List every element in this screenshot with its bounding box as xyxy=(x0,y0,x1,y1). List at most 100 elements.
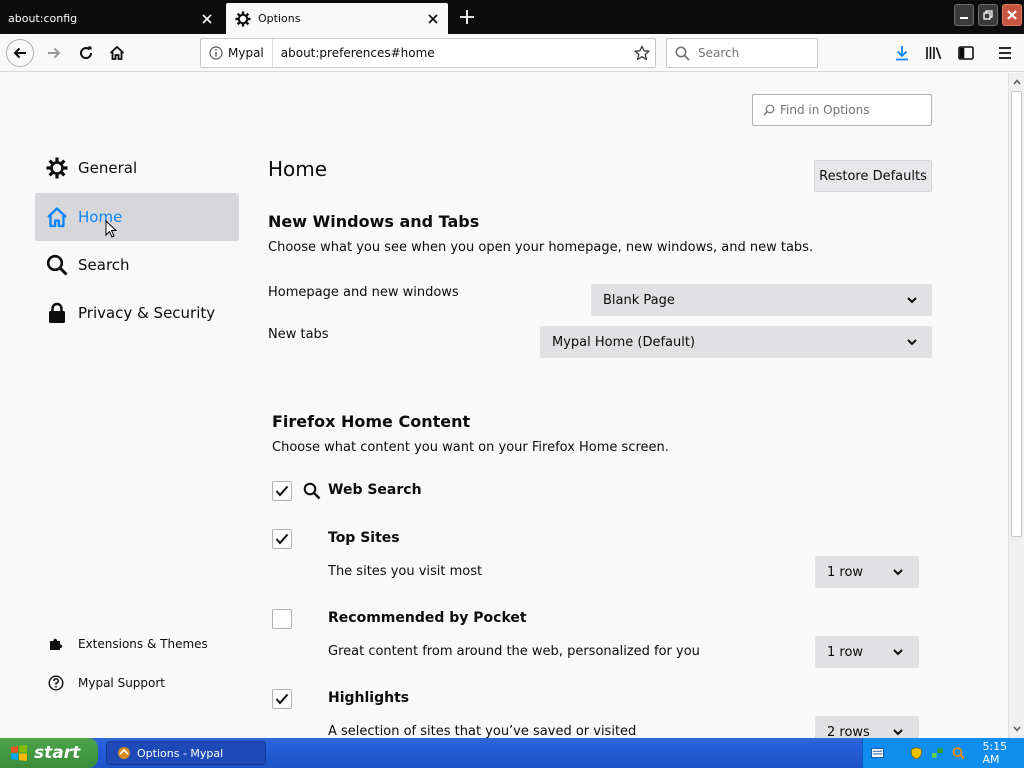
vertical-scrollbar[interactable] xyxy=(1008,73,1024,738)
new-tabs-select[interactable]: Mypal Home (Default) xyxy=(540,326,932,358)
lock-icon xyxy=(45,301,69,325)
sidebar-toggle-button[interactable] xyxy=(955,42,977,64)
chevron-down-icon xyxy=(893,645,903,660)
top-sites-checkbox[interactable] xyxy=(272,529,292,549)
taskbar-item-mypal[interactable]: Options - Mypal xyxy=(106,741,266,765)
back-arrow-icon xyxy=(13,47,26,59)
navigation-toolbar: Mypal about:preferences#home Search xyxy=(0,34,1024,72)
info-icon xyxy=(209,46,223,60)
shield-icon[interactable] xyxy=(910,746,923,760)
download-icon xyxy=(896,46,908,61)
select-value: 1 row xyxy=(827,564,864,580)
top-sites-rows-select[interactable]: 1 row xyxy=(815,556,919,588)
reload-button[interactable] xyxy=(72,39,100,67)
library-button[interactable] xyxy=(923,42,945,64)
category-privacy-security[interactable]: Privacy & Security xyxy=(35,289,239,337)
scroll-down-arrow-icon[interactable] xyxy=(1009,721,1024,737)
chevron-down-icon xyxy=(906,336,918,348)
category-label: General xyxy=(78,159,138,177)
extensions-themes-link[interactable]: Extensions & Themes xyxy=(47,635,208,653)
tab-label: about:config xyxy=(8,12,78,25)
start-button[interactable]: start xyxy=(0,738,98,768)
option-description: Great content from around the web, perso… xyxy=(328,644,700,659)
site-identity[interactable]: Mypal xyxy=(201,39,273,67)
highlights-rows-select[interactable]: 2 rows xyxy=(815,716,919,738)
search-bar[interactable]: Search xyxy=(666,38,818,68)
category-home[interactable]: Home xyxy=(35,193,239,241)
gear-icon xyxy=(234,10,252,28)
homepage-select[interactable]: Blank Page xyxy=(591,284,932,316)
gear-icon xyxy=(45,156,69,180)
checkmark-icon xyxy=(275,693,289,705)
highlights-checkbox[interactable] xyxy=(272,689,292,709)
close-window-button[interactable] xyxy=(1002,4,1022,26)
search-icon xyxy=(675,46,690,61)
chevron-down-icon xyxy=(893,565,903,580)
find-in-options-input[interactable]: Find in Options xyxy=(752,94,932,126)
tab-label: Options xyxy=(258,12,301,25)
option-label: Web Search xyxy=(328,482,422,498)
bookmark-star-icon[interactable] xyxy=(629,45,655,61)
url-text[interactable]: about:preferences#home xyxy=(273,46,629,60)
select-value: Mypal Home (Default) xyxy=(552,334,696,350)
select-value: 2 rows xyxy=(827,724,870,739)
sidebar-icon xyxy=(958,46,974,60)
menu-button[interactable] xyxy=(994,42,1016,64)
new-tab-button[interactable] xyxy=(454,5,480,29)
search-tray-icon[interactable] xyxy=(952,746,965,760)
restore-defaults-button[interactable]: Restore Defaults xyxy=(814,160,932,192)
category-label: Search xyxy=(78,256,130,274)
hamburger-menu-icon xyxy=(999,47,1011,59)
restore-window-button[interactable] xyxy=(978,4,998,26)
identity-label: Mypal xyxy=(228,46,264,60)
new-tabs-label: New tabs xyxy=(268,327,329,342)
help-icon xyxy=(47,674,65,692)
chevron-down-icon xyxy=(893,725,903,739)
system-tray: 5:15 AM xyxy=(862,738,1024,768)
search-icon xyxy=(45,253,69,277)
preferences-content: Find in Options General Home Search Priv… xyxy=(0,73,1008,738)
puzzle-icon xyxy=(47,635,65,653)
option-description: A selection of sites that you’ve saved o… xyxy=(328,724,637,738)
library-icon xyxy=(926,47,942,60)
url-bar[interactable]: Mypal about:preferences#home xyxy=(200,38,656,68)
plus-icon xyxy=(460,10,474,24)
scroll-up-arrow-icon[interactable] xyxy=(1009,74,1024,90)
web-search-checkbox[interactable] xyxy=(272,481,292,501)
option-label: Recommended by Pocket xyxy=(328,610,527,626)
option-description: The sites you visit most xyxy=(328,564,483,579)
category-general[interactable]: General xyxy=(35,144,239,192)
mouse-cursor-icon xyxy=(105,220,117,238)
homepage-label: Homepage and new windows xyxy=(268,285,459,300)
option-label: Highlights xyxy=(328,690,410,706)
find-placeholder: Find in Options xyxy=(780,103,870,117)
checkmark-icon xyxy=(275,533,289,545)
back-button[interactable] xyxy=(6,39,34,67)
category-search[interactable]: Search xyxy=(35,241,239,289)
tab-about-config[interactable]: about:config xyxy=(2,3,222,34)
keyboard-icon[interactable] xyxy=(871,747,884,759)
pocket-rows-select[interactable]: 1 row xyxy=(815,636,919,668)
tab-options[interactable]: Options xyxy=(226,3,448,34)
restore-window-icon xyxy=(983,10,993,20)
forward-button[interactable] xyxy=(40,39,68,67)
downloads-button[interactable] xyxy=(891,42,913,64)
search-icon xyxy=(303,482,321,500)
home-icon xyxy=(109,45,125,60)
close-tab-icon[interactable] xyxy=(422,8,444,30)
home-button[interactable] xyxy=(103,39,131,67)
mypal-app-icon xyxy=(118,747,130,759)
close-tab-icon[interactable] xyxy=(196,8,218,30)
reload-icon xyxy=(80,46,93,60)
page-title: Home xyxy=(268,157,328,181)
home-icon xyxy=(45,205,69,229)
minimize-icon xyxy=(960,17,968,19)
clock: 5:15 AM xyxy=(982,740,1008,766)
pocket-checkbox[interactable] xyxy=(272,609,292,629)
select-value: 1 row xyxy=(827,644,864,660)
minimize-button[interactable] xyxy=(954,4,974,26)
network-icon[interactable] xyxy=(931,746,944,760)
support-link[interactable]: Mypal Support xyxy=(47,674,165,692)
section-description: Choose what content you want on your Fir… xyxy=(272,440,669,455)
scrollbar-thumb[interactable] xyxy=(1011,91,1022,537)
